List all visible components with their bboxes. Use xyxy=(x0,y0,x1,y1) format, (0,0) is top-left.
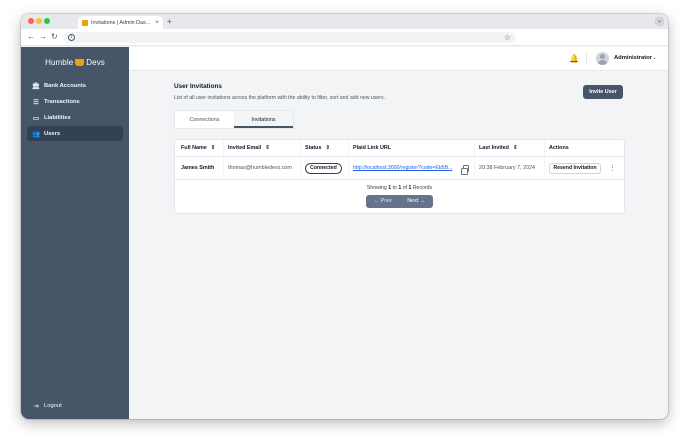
column-header-label: Plaid Link URL xyxy=(353,145,392,151)
close-window-button[interactable] xyxy=(28,18,34,24)
bell-icon[interactable]: 🔔 xyxy=(569,54,579,63)
to-label: to xyxy=(392,185,397,191)
table-header: Full Name ⇕ Invited Email ⇕ Status ⇕ Plaid … xyxy=(175,140,624,157)
total-count: 1 xyxy=(408,185,412,191)
sort-icon[interactable]: ⇕ xyxy=(513,145,518,151)
pagination-summary: Showing 1 to 1 of 1 Records xyxy=(175,185,624,191)
column-header-plaid-link-url: Plaid Link URL xyxy=(353,140,391,157)
column-header-last-invited[interactable]: Last Invited ⇕ xyxy=(479,140,518,157)
tab-bar: Connections Invitations xyxy=(174,110,294,129)
column-header-label: Full Name xyxy=(181,145,207,151)
browser-tab-title: Invitations | Admin Dashboard xyxy=(91,19,153,26)
table-row: James Smith thomas@humbledevs.com Connec… xyxy=(175,157,624,180)
chevron-down-icon[interactable]: ⌄ xyxy=(652,54,657,61)
range-from: 1 xyxy=(388,185,392,191)
new-tab-icon[interactable]: + xyxy=(167,16,172,27)
column-header-label: Invited Email xyxy=(228,145,262,151)
column-header-actions: Actions xyxy=(549,140,569,157)
sidebar-item-label: Liabilities xyxy=(44,114,71,121)
arrow-left-icon: ← xyxy=(373,198,380,204)
column-header-invited-email[interactable]: Invited Email ⇕ xyxy=(228,140,270,157)
column-header-full-name[interactable]: Full Name ⇕ xyxy=(181,140,215,157)
cell-invited-email: thomas@humbledevs.com xyxy=(228,165,292,171)
next-label: Next xyxy=(407,198,419,204)
maximize-window-button[interactable] xyxy=(44,18,50,24)
copy-icon[interactable] xyxy=(461,165,469,175)
favicon-icon xyxy=(82,19,88,26)
pagination-controls: ← Prev Next → xyxy=(366,195,433,208)
column-header-label: Status xyxy=(305,145,322,151)
credit-card-icon: ▭ xyxy=(32,114,40,122)
status-badge: Connected xyxy=(305,163,342,174)
site-info-icon[interactable]: i xyxy=(68,34,75,41)
sort-icon[interactable]: ⇕ xyxy=(325,145,330,151)
sidebar: Humble Devs 🏛 Bank Accounts ☰ Transaction… xyxy=(21,47,129,419)
browser-toolbar: ← → ↻ i ☆ xyxy=(21,29,668,46)
logout-icon: ⇥ xyxy=(33,403,39,410)
brand-text-left: Humble xyxy=(45,58,74,67)
logout-button[interactable]: ⇥ Logout xyxy=(31,402,62,410)
sidebar-item-liabilities[interactable]: ▭ Liabilities xyxy=(27,110,123,125)
bank-icon: 🏛 xyxy=(31,82,41,90)
sort-icon[interactable]: ⇕ xyxy=(211,145,216,151)
cell-last-invited: 20:38 February 7, 2024 xyxy=(479,165,536,171)
tab-invitations[interactable]: Invitations xyxy=(234,111,293,128)
brand-logo: Humble Devs xyxy=(21,58,129,67)
cell-full-name: James Smith xyxy=(181,165,215,171)
sort-icon[interactable]: ⇕ xyxy=(265,145,270,151)
sidebar-item-transactions[interactable]: ☰ Transactions xyxy=(27,94,123,109)
column-header-label: Actions xyxy=(549,145,569,151)
sidebar-item-bank-accounts[interactable]: 🏛 Bank Accounts xyxy=(27,78,123,93)
brand-text-right: Devs xyxy=(86,58,105,67)
sidebar-item-users[interactable]: 👥 Users xyxy=(27,126,123,141)
sidebar-item-label: Bank Accounts xyxy=(44,82,86,89)
column-header-status[interactable]: Status ⇕ xyxy=(305,140,330,157)
top-header: 🔔 Administrator ⌄ xyxy=(129,47,668,71)
sidebar-item-label: Users xyxy=(44,130,61,137)
page-title: User Invitations xyxy=(174,83,222,90)
back-icon[interactable]: ← xyxy=(27,32,35,42)
logout-label: Logout xyxy=(44,403,62,409)
resend-invitation-button[interactable]: Resend Invitation xyxy=(549,163,601,174)
column-header-label: Last Invited xyxy=(479,145,509,151)
basket-icon xyxy=(75,59,85,66)
bookmark-star-icon[interactable]: ☆ xyxy=(504,32,511,43)
browser-tab-strip: Invitations | Admin Dashboard × + ⌄ xyxy=(21,14,668,29)
range-to: 1 xyxy=(398,185,402,191)
close-tab-icon[interactable]: × xyxy=(155,20,159,26)
users-icon: 👥 xyxy=(31,130,41,138)
prev-page-button[interactable]: ← Prev xyxy=(366,195,400,208)
invite-user-button[interactable]: Invite User xyxy=(583,85,623,99)
address-bar[interactable]: i ☆ xyxy=(63,32,515,43)
invitations-table-card: Full Name ⇕ Invited Email ⇕ Status ⇕ Plaid … xyxy=(174,139,625,214)
prev-label: Prev xyxy=(380,198,392,204)
showing-label: Showing xyxy=(366,185,387,191)
page-subtitle: List of all user invitations across the … xyxy=(174,95,386,101)
reload-icon[interactable]: ↻ xyxy=(51,32,58,42)
list-icon: ☰ xyxy=(33,98,39,106)
header-divider xyxy=(586,53,587,65)
sidebar-item-label: Transactions xyxy=(44,98,80,105)
next-page-button[interactable]: Next → xyxy=(400,195,434,208)
records-label: Records xyxy=(412,185,433,191)
plaid-link-url[interactable]: http://localhost:3000/register?code=Eb5B… xyxy=(353,157,459,180)
of-label: of xyxy=(402,185,408,191)
more-options-icon[interactable]: ⋮ xyxy=(609,157,616,180)
tab-menu-icon[interactable]: ⌄ xyxy=(655,17,664,26)
minimize-window-button[interactable] xyxy=(36,18,42,24)
browser-window: Invitations | Admin Dashboard × + ⌄ ← → … xyxy=(21,14,668,419)
forward-icon[interactable]: → xyxy=(39,32,47,42)
browser-tab[interactable]: Invitations | Admin Dashboard × xyxy=(78,16,163,29)
user-menu-name[interactable]: Administrator xyxy=(614,55,652,61)
arrow-right-icon: → xyxy=(419,198,426,204)
avatar[interactable] xyxy=(596,52,609,65)
tab-connections[interactable]: Connections xyxy=(175,111,234,128)
